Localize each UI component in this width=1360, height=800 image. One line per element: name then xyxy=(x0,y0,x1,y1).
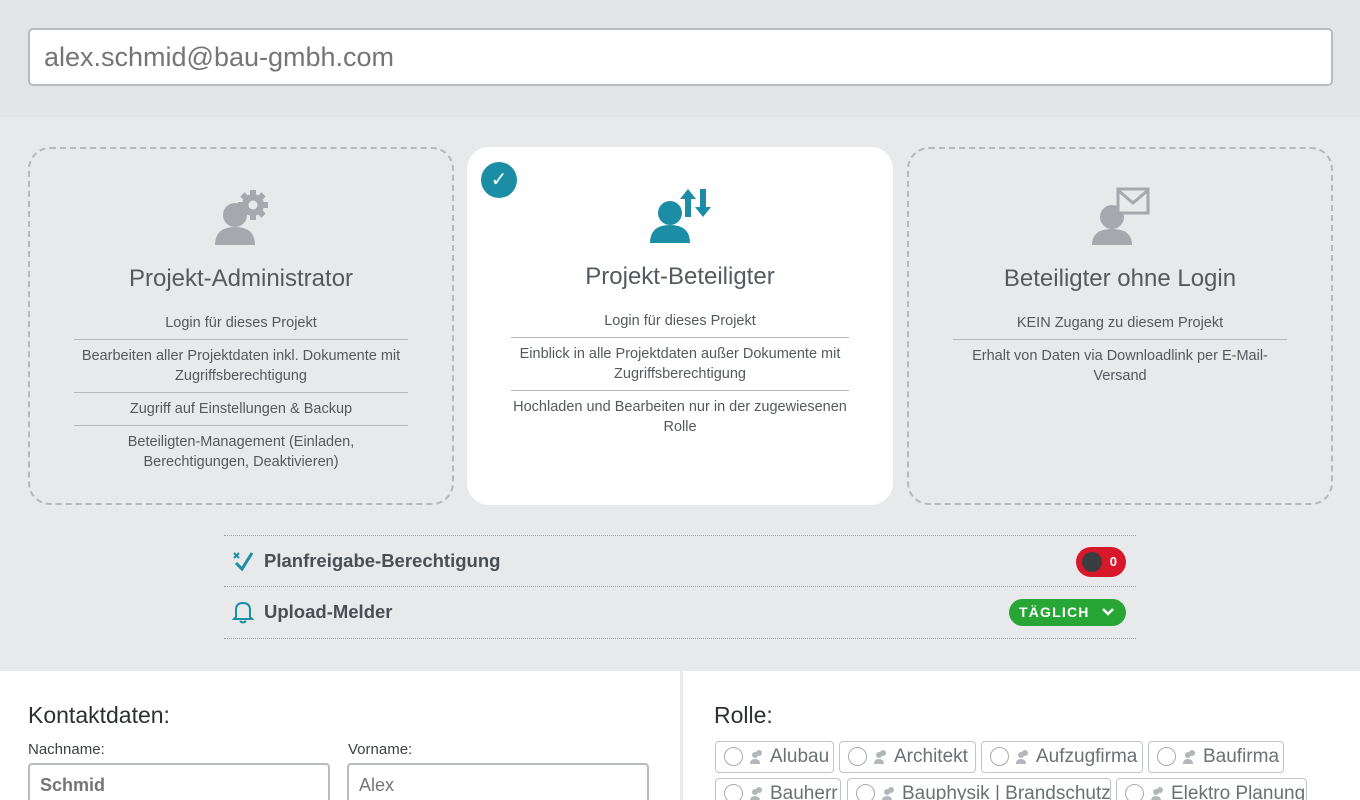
role-option-label: Baufirma xyxy=(1203,746,1280,767)
radio-icon xyxy=(990,747,1009,766)
role-option-architekt[interactable]: Architekt xyxy=(839,741,976,773)
upload-notifier-row: Upload-Melder TÄGLICH xyxy=(224,587,1136,639)
user-mail-icon xyxy=(1092,187,1150,245)
firstname-label: Vorname: xyxy=(348,741,413,758)
users-icon xyxy=(750,750,762,764)
role-card-no-login[interactable]: Beteiligter ohne Login KEIN Zugang zu di… xyxy=(907,147,1333,505)
role-card-admin[interactable]: Projekt-Administrator Login für dieses P… xyxy=(28,147,454,505)
users-icon xyxy=(750,787,762,800)
role-features: Login für dieses Projekt Einblick in all… xyxy=(511,305,849,443)
role-feature: Einblick in alle Projektdaten außer Doku… xyxy=(511,338,849,391)
role-option-elektro-planung[interactable]: Elektro Planung xyxy=(1116,778,1307,800)
user-gear-icon xyxy=(215,190,268,245)
check-approval-icon xyxy=(233,552,254,572)
contact-title: Kontaktdaten: xyxy=(28,702,170,728)
role-option-label: Bauphysik | Brandschutz xyxy=(902,783,1111,800)
users-icon xyxy=(874,750,886,764)
plan-approval-toggle[interactable]: 0 xyxy=(1076,547,1126,577)
email-input[interactable] xyxy=(28,28,1333,86)
upload-frequency-value: TÄGLICH xyxy=(1019,604,1090,620)
lastname-field[interactable] xyxy=(28,763,330,800)
selected-check-icon: ✓ xyxy=(481,162,517,198)
role-section-title: Rolle: xyxy=(714,702,773,728)
role-option-alubau[interactable]: Alubau xyxy=(715,741,834,773)
upload-frequency-dropdown[interactable]: TÄGLICH xyxy=(1009,599,1126,626)
role-title: Beteiligter ohne Login xyxy=(1003,265,1237,292)
role-option-label: Elektro Planung xyxy=(1171,783,1306,800)
users-icon xyxy=(1016,750,1028,764)
role-feature: Hochladen und Bearbeiten nur in der zuge… xyxy=(513,399,847,435)
role-panel: Rolle: Alubau Architekt Aufzugfirma Bauf… xyxy=(683,671,1360,800)
role-option-baufirma[interactable]: Baufirma xyxy=(1148,741,1284,773)
upload-notifier-label: Upload-Melder xyxy=(264,601,393,622)
role-option-label: Bauherr xyxy=(770,783,838,800)
plan-approval-row: Planfreigabe-Berechtigung 0 xyxy=(224,535,1136,587)
role-feature: Zugriff auf Einstellungen & Backup xyxy=(74,393,408,426)
role-option-label: Architekt xyxy=(894,746,968,767)
role-option-label: Aufzugfirma xyxy=(1036,746,1138,767)
contact-panel: Kontaktdaten: Nachname: Vorname: xyxy=(0,671,680,800)
role-feature: Login für dieses Projekt xyxy=(74,307,408,340)
bell-icon xyxy=(232,601,254,624)
lastname-label: Nachname: xyxy=(28,741,105,758)
role-features: KEIN Zugang zu diesem Projekt Erhalt von… xyxy=(953,307,1287,392)
role-title: Projekt-Administrator xyxy=(128,265,354,292)
radio-icon xyxy=(1125,784,1144,800)
radio-icon xyxy=(856,784,875,800)
role-card-participant[interactable]: ✓ Projekt-Beteiligter Login für dieses P… xyxy=(467,147,893,505)
role-option-bauherr[interactable]: Bauherr xyxy=(715,778,841,800)
role-feature: Login für dieses Projekt xyxy=(511,305,849,338)
role-features: Login für dieses Projekt Bearbeiten alle… xyxy=(74,307,408,478)
role-option-bauphysik[interactable]: Bauphysik | Brandschutz xyxy=(847,778,1111,800)
user-transfer-icon xyxy=(650,189,711,243)
users-icon xyxy=(882,787,894,800)
role-feature: Bearbeiten aller Projektdaten inkl. Doku… xyxy=(74,340,408,393)
firstname-field[interactable] xyxy=(347,763,649,800)
role-feature: KEIN Zugang zu diesem Projekt xyxy=(953,307,1287,340)
radio-icon xyxy=(848,747,867,766)
radio-icon xyxy=(1157,747,1176,766)
email-bar xyxy=(0,0,1360,117)
users-icon xyxy=(1151,787,1163,800)
radio-icon xyxy=(724,784,743,800)
role-feature: Beteiligten-Management (Einladen, Berech… xyxy=(127,434,355,470)
role-option-label: Alubau xyxy=(770,746,830,767)
users-icon xyxy=(1183,750,1195,764)
toggle-knob xyxy=(1082,552,1102,572)
role-feature: Erhalt von Daten via Downloadlink per E-… xyxy=(972,348,1268,384)
role-option-aufzugfirma[interactable]: Aufzugfirma xyxy=(981,741,1143,773)
toggle-label: 0 xyxy=(1109,554,1117,569)
chevron-down-icon xyxy=(1102,608,1114,616)
radio-icon xyxy=(724,747,743,766)
plan-approval-label: Planfreigabe-Berechtigung xyxy=(264,550,501,571)
role-title: Projekt-Beteiligter xyxy=(585,263,775,290)
